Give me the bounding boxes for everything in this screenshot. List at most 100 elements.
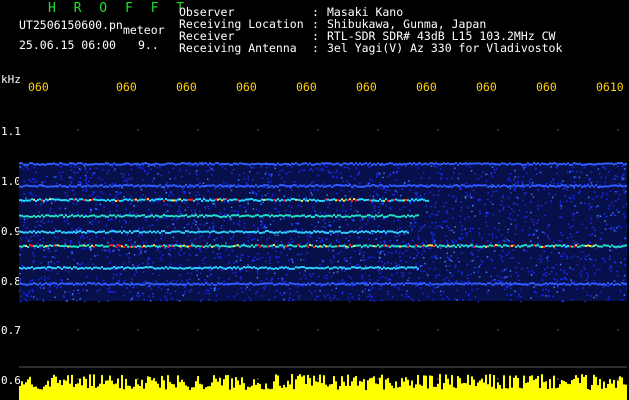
noise-dot <box>624 190 627 193</box>
signal-pixel <box>143 230 145 233</box>
power-bar <box>275 374 277 400</box>
power-bar <box>139 385 141 400</box>
noise-dot <box>491 194 493 197</box>
power-bar <box>245 389 247 400</box>
noise-dot <box>174 291 177 293</box>
power-bar <box>47 380 49 400</box>
noise-dot <box>382 196 384 199</box>
signal-pixel <box>551 282 553 285</box>
noise-dot <box>149 225 151 227</box>
signal-pixel <box>43 215 45 218</box>
signal-pixel <box>383 266 385 269</box>
noise-dot <box>300 277 302 280</box>
signal-pixel <box>213 184 215 187</box>
noise-dot <box>297 222 299 225</box>
noise-dot <box>345 237 347 240</box>
noise-dot <box>247 175 249 178</box>
signal-pixel <box>419 184 421 187</box>
signal-pixel <box>23 266 25 269</box>
signal-pixel <box>247 283 249 286</box>
noise-dot <box>71 294 74 297</box>
noise-dot <box>89 211 92 213</box>
signal-pixel <box>345 245 347 248</box>
noise-dot <box>157 173 159 175</box>
noise-dot <box>350 277 353 280</box>
signal-pixel <box>453 283 455 286</box>
signal-pixel <box>135 215 137 218</box>
signal-pixel <box>331 245 333 248</box>
signal-pixel <box>141 198 143 201</box>
signal-pixel <box>161 245 163 248</box>
noise-dot <box>48 247 50 250</box>
signal-pixel <box>289 230 291 233</box>
noise-dot <box>290 189 293 192</box>
signal-pixel <box>391 230 393 233</box>
noise-dot <box>432 194 435 196</box>
signal-pixel <box>267 184 269 187</box>
noise-dot <box>232 168 235 171</box>
noise-dot <box>151 201 153 204</box>
noise-dot <box>587 275 589 277</box>
signal-pixel <box>343 231 345 234</box>
signal-pixel <box>395 184 397 187</box>
signal-pixel <box>613 184 615 187</box>
signal-pixel <box>163 282 165 285</box>
signal-pixel <box>271 199 273 202</box>
power-bar <box>203 389 205 400</box>
signal-pixel <box>229 245 231 248</box>
noise-dot <box>521 268 523 270</box>
signal-pixel <box>105 185 107 188</box>
signal-pixel <box>371 199 373 202</box>
noise-dot <box>64 291 66 293</box>
noise-dot <box>418 277 420 279</box>
noise-dot <box>569 266 571 269</box>
noise-dot <box>333 271 335 274</box>
signal-pixel <box>305 215 307 218</box>
noise-dot <box>46 175 48 178</box>
signal-pixel <box>603 162 605 165</box>
power-bar <box>511 387 513 400</box>
signal-pixel <box>235 267 237 270</box>
signal-pixel <box>387 282 389 285</box>
noise-dot <box>563 246 565 248</box>
power-bar <box>535 378 537 400</box>
signal-pixel <box>337 214 339 217</box>
signal-pixel <box>363 215 365 218</box>
noise-dot <box>236 293 239 295</box>
signal-pixel <box>183 162 185 165</box>
noise-dot <box>238 224 241 226</box>
signal-pixel <box>275 163 277 166</box>
noise-dot <box>593 191 596 193</box>
noise-dot <box>84 242 86 245</box>
signal-pixel <box>587 244 589 247</box>
noise-dot <box>281 169 284 171</box>
signal-pixel <box>175 163 177 166</box>
signal-pixel <box>199 283 201 286</box>
noise-dot <box>434 221 437 224</box>
signal-pixel <box>403 244 405 247</box>
noise-dot <box>257 227 259 229</box>
noise-dot <box>82 289 84 291</box>
signal-pixel <box>231 245 233 248</box>
noise-dot <box>58 171 61 174</box>
noise-dot <box>434 214 437 216</box>
signal-pixel <box>589 244 591 247</box>
noise-dot <box>146 173 148 176</box>
noise-dot <box>592 198 594 200</box>
signal-pixel <box>77 230 79 233</box>
signal-pixel <box>597 283 599 286</box>
power-bar <box>541 374 543 400</box>
noise-dot <box>566 257 568 260</box>
noise-dot <box>485 221 487 223</box>
noise-dot <box>495 190 497 192</box>
signal-pixel <box>305 283 307 286</box>
signal-pixel <box>613 245 615 248</box>
noise-dot <box>359 250 361 252</box>
noise-dot <box>416 254 418 257</box>
signal-pixel <box>529 163 531 166</box>
noise-dot <box>185 169 187 172</box>
signal-pixel <box>203 162 205 165</box>
noise-dot <box>20 295 23 297</box>
noise-dot <box>94 172 96 174</box>
power-bar <box>19 385 21 400</box>
